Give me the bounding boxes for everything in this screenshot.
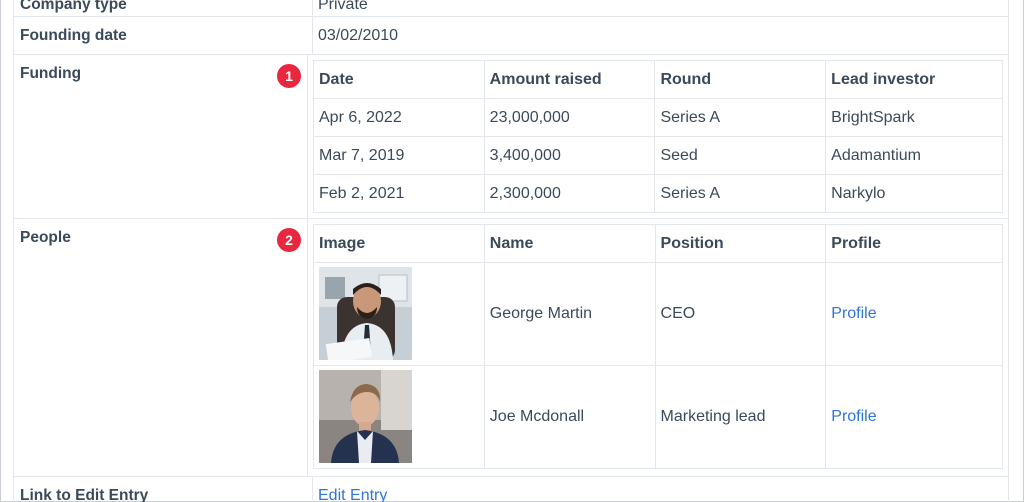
column-header-date: Date	[313, 60, 485, 99]
table-row: Apr 6, 2022 23,000,000 Series A BrightSp…	[313, 98, 1003, 137]
funding-amount-cell: 3,400,000	[483, 136, 656, 175]
people-row: People 2 Image Name Position Profile Geo…	[14, 219, 1008, 477]
funding-amount-cell: 23,000,000	[483, 98, 656, 137]
entry-details-table: Company type Private Founding date 03/02…	[13, 0, 1009, 502]
column-header-name: Name	[483, 224, 656, 263]
profile-link[interactable]: Profile	[831, 408, 876, 425]
callout-badge-2: 2	[277, 228, 301, 252]
person-position-cell: CEO	[654, 262, 827, 366]
funding-investor-cell: Adamantium	[825, 136, 1003, 175]
callout-badge-1: 1	[277, 64, 301, 88]
funding-round-cell: Seed	[654, 136, 827, 175]
portrait-photo-smiling-man[interactable]	[319, 267, 412, 360]
funding-value: Date Amount raised Round Lead investor A…	[308, 55, 1008, 218]
founding-date-row: Founding date 03/02/2010	[14, 17, 1008, 55]
company-type-row: Company type Private	[14, 0, 1008, 17]
people-header-row: Image Name Position Profile	[313, 224, 1003, 263]
funding-date-cell: Feb 2, 2021	[313, 174, 485, 213]
edit-entry-label: Link to Edit Entry	[14, 477, 313, 502]
edit-entry-link[interactable]: Edit Entry	[318, 487, 387, 502]
person-name-cell: George Martin	[483, 262, 656, 366]
funding-date-cell: Apr 6, 2022	[313, 98, 485, 137]
column-header-lead-investor: Lead investor	[825, 60, 1003, 99]
funding-amount-cell: 2,300,000	[483, 174, 656, 213]
column-header-image: Image	[313, 224, 485, 263]
table-row: Mar 7, 2019 3,400,000 Seed Adamantium	[313, 136, 1003, 175]
edit-entry-row: Link to Edit Entry Edit Entry	[14, 477, 1008, 502]
funding-header-row: Date Amount raised Round Lead investor	[313, 60, 1003, 99]
table-row: George Martin CEO Profile	[313, 262, 1003, 366]
table-row: Feb 2, 2021 2,300,000 Series A Narkylo	[313, 174, 1003, 213]
person-profile-cell: Profile	[825, 262, 1003, 366]
founding-date-value: 03/02/2010	[318, 27, 399, 44]
company-type-label: Company type	[14, 0, 313, 16]
company-type-value: Private	[318, 0, 368, 13]
funding-label-cell: Funding 1	[14, 55, 308, 218]
portrait-photo-young-man[interactable]	[319, 370, 412, 463]
founding-date-label: Founding date	[14, 17, 313, 54]
person-image-cell	[313, 365, 485, 469]
people-value: Image Name Position Profile George Marti…	[308, 219, 1008, 476]
funding-table: Date Amount raised Round Lead investor A…	[313, 60, 1003, 213]
funding-round-cell: Series A	[654, 98, 827, 137]
column-header-round: Round	[654, 60, 827, 99]
table-row: Joe Mcdonall Marketing lead Profile	[313, 365, 1003, 469]
people-label: People	[20, 229, 71, 246]
people-table: Image Name Position Profile George Marti…	[313, 224, 1003, 469]
funding-round-cell: Series A	[654, 174, 827, 213]
column-header-amount: Amount raised	[483, 60, 656, 99]
person-image-cell	[313, 262, 485, 366]
funding-row: Funding 1 Date Amount raised Round Lead …	[14, 55, 1008, 219]
column-header-position: Position	[654, 224, 827, 263]
funding-date-cell: Mar 7, 2019	[313, 136, 485, 175]
person-position-cell: Marketing lead	[654, 365, 827, 469]
funding-investor-cell: Narkylo	[825, 174, 1003, 213]
people-label-cell: People 2	[14, 219, 308, 476]
funding-investor-cell: BrightSpark	[825, 98, 1003, 137]
person-profile-cell: Profile	[825, 365, 1003, 469]
funding-label: Funding	[20, 65, 82, 82]
edit-entry-value: Edit Entry	[313, 477, 1008, 502]
person-name-cell: Joe Mcdonall	[483, 365, 656, 469]
column-header-profile: Profile	[825, 224, 1003, 263]
profile-link[interactable]: Profile	[831, 305, 876, 322]
